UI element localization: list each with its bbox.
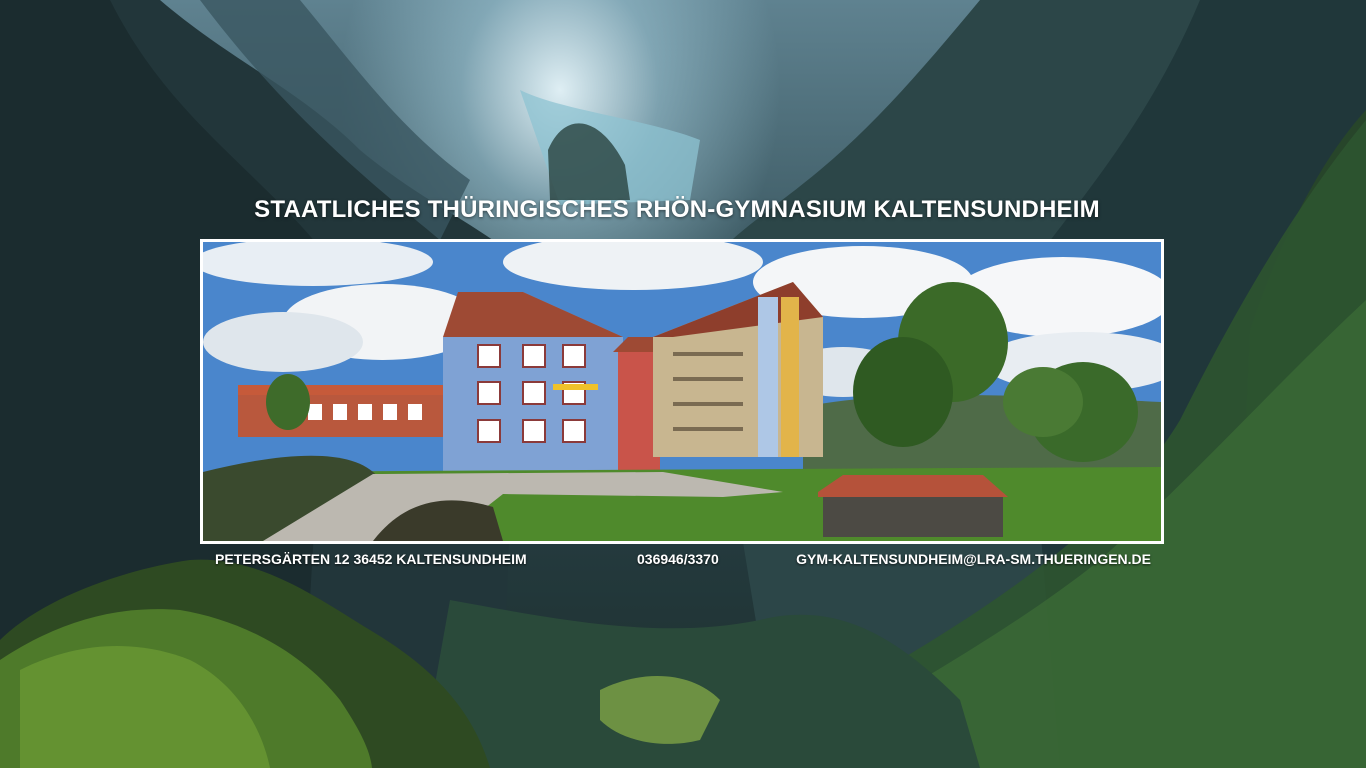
contact-bar: PETERSGÄRTEN 12 36452 KALTENSUNDHEIM 036… (215, 551, 1151, 571)
address-text: PETERSGÄRTEN 12 36452 KALTENSUNDHEIM (215, 551, 527, 567)
school-building-image (203, 242, 1161, 541)
school-photo (200, 239, 1164, 544)
phone-number[interactable]: 036946/3370 (637, 551, 719, 567)
email-link[interactable]: GYM-KALTENSUNDHEIM@LRA-SM.THUERINGEN.DE (796, 551, 1151, 567)
page-title: STAATLICHES THÜRINGISCHES RHÖN-GYMNASIUM… (254, 196, 1100, 223)
